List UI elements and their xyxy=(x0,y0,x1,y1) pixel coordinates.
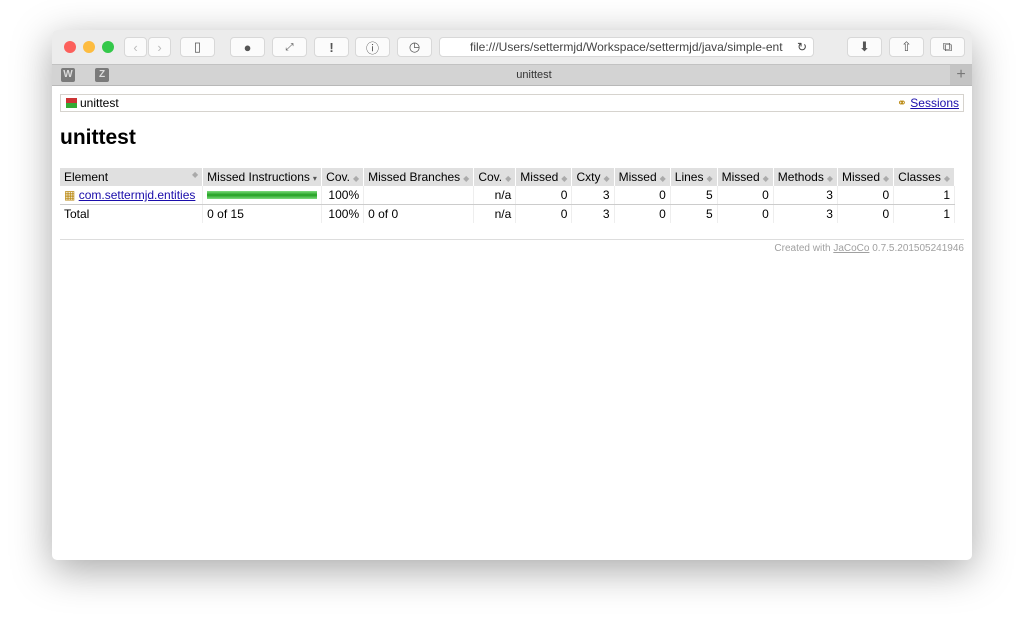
cell: 0 xyxy=(717,186,774,205)
table-row: ▦ com.settermjd.entities 100% n/a 0 3 0 … xyxy=(60,186,955,205)
col-missed-methods[interactable]: Missed ◆ xyxy=(717,168,774,186)
address-bar[interactable]: file:///Users/settermjd/Workspace/setter… xyxy=(439,37,814,57)
history-icon[interactable]: ◷ xyxy=(397,37,432,57)
coverage-bar xyxy=(207,191,318,199)
report-icon xyxy=(66,98,77,108)
cell: 0 xyxy=(837,204,895,223)
cell: 1 xyxy=(893,186,955,205)
cell: 100% xyxy=(321,186,365,205)
col-missed-classes[interactable]: Missed ◆ xyxy=(837,168,895,186)
cell: 0 xyxy=(614,186,671,205)
jacoco-link[interactable]: JaCoCo xyxy=(833,243,869,254)
col-cxty[interactable]: Cxty ◆ xyxy=(571,168,615,186)
page-content: unittest ⚭ Sessions unittest Element ◆ Mi… xyxy=(52,86,972,560)
col-classes[interactable]: Classes ◆ xyxy=(893,168,955,186)
minimize-button[interactable] xyxy=(83,41,95,53)
col-cov-instructions[interactable]: Cov. ◆ xyxy=(321,168,365,186)
toolbar: ‹ › ▯ ● ⤢ ! ⓘ ◷ file:///Users/settermjd/… xyxy=(52,30,972,64)
pinned-tab-w[interactable]: W xyxy=(61,68,75,82)
browser-window: ‹ › ▯ ● ⤢ ! ⓘ ◷ file:///Users/settermjd/… xyxy=(52,30,972,560)
coverage-table: Element ◆ Missed Instructions ▾ Cov. ◆ Miss… xyxy=(60,168,955,223)
cell: Total xyxy=(60,204,204,223)
grammarly-icon[interactable]: ● xyxy=(230,37,265,57)
page-title: unittest xyxy=(60,126,136,149)
cell: 3 xyxy=(571,186,615,205)
footer-prefix: Created with xyxy=(774,243,834,254)
password-icon[interactable]: ⓘ xyxy=(355,37,390,57)
cell: 0 xyxy=(837,186,895,205)
col-missed-lines[interactable]: Missed ◆ xyxy=(614,168,671,186)
cell: 3 xyxy=(571,204,615,223)
tabs-icon[interactable]: ⧉ xyxy=(930,37,965,57)
footer-version: 0.7.5.201505241946 xyxy=(869,243,964,254)
package-icon: ▦ xyxy=(64,188,76,202)
new-tab-button[interactable]: + xyxy=(950,65,972,85)
col-cov-branches[interactable]: Cov. ◆ xyxy=(473,168,517,186)
cell: 0 xyxy=(614,204,671,223)
col-methods[interactable]: Methods ◆ xyxy=(773,168,838,186)
footer: Created with JaCoCo 0.7.5.201505241946 xyxy=(60,239,964,254)
col-missed-cxty[interactable]: Missed ◆ xyxy=(515,168,573,186)
sidebar-icon[interactable]: ▯ xyxy=(180,37,215,57)
breadcrumb: unittest ⚭ Sessions xyxy=(60,94,964,112)
col-element[interactable]: Element ◆ xyxy=(60,168,204,186)
cell: 5 xyxy=(670,186,718,205)
pinned-tab-z[interactable]: Z xyxy=(95,68,109,82)
col-missed-instructions[interactable]: Missed Instructions ▾ xyxy=(202,168,323,186)
table-header: Element ◆ Missed Instructions ▾ Cov. ◆ Miss… xyxy=(60,168,955,186)
zoom-button[interactable] xyxy=(102,41,114,53)
cell: 5 xyxy=(670,204,718,223)
sessions-icon: ⚭ xyxy=(896,96,907,110)
cell: 1 xyxy=(893,204,955,223)
share-icon[interactable]: ⇧ xyxy=(889,37,924,57)
exclamation-icon[interactable]: ! xyxy=(314,37,349,57)
url-text: file:///Users/settermjd/Workspace/setter… xyxy=(470,40,783,54)
close-button[interactable] xyxy=(64,41,76,53)
fullscreen-icon[interactable]: ⤢ xyxy=(272,37,307,57)
tab-title[interactable]: unittest xyxy=(118,65,950,85)
cell: 0 of 15 xyxy=(202,204,323,223)
total-row: Total 0 of 15 100% 0 of 0 n/a 0 3 0 5 0 … xyxy=(60,204,955,223)
cell: 0 xyxy=(515,204,573,223)
tab-bar: W Z unittest + xyxy=(52,64,972,86)
download-icon[interactable]: ⬇ xyxy=(847,37,882,57)
forward-button[interactable]: › xyxy=(148,37,171,57)
cell: 0 xyxy=(717,204,774,223)
cell xyxy=(363,186,475,205)
col-missed-branches[interactable]: Missed Branches ◆ xyxy=(363,168,475,186)
cell: n/a xyxy=(473,186,517,205)
package-link[interactable]: com.settermjd.entities xyxy=(79,188,196,202)
cell: 0 of 0 xyxy=(363,204,475,223)
cell: 3 xyxy=(773,204,838,223)
col-lines[interactable]: Lines ◆ xyxy=(670,168,718,186)
cell: 100% xyxy=(321,204,365,223)
breadcrumb-current: unittest xyxy=(80,96,119,110)
cell: 0 xyxy=(515,186,573,205)
cell: n/a xyxy=(473,204,517,223)
reload-icon[interactable]: ↻ xyxy=(797,38,807,56)
back-button[interactable]: ‹ xyxy=(124,37,147,57)
cell: 3 xyxy=(773,186,838,205)
sessions-link[interactable]: Sessions xyxy=(910,96,959,110)
